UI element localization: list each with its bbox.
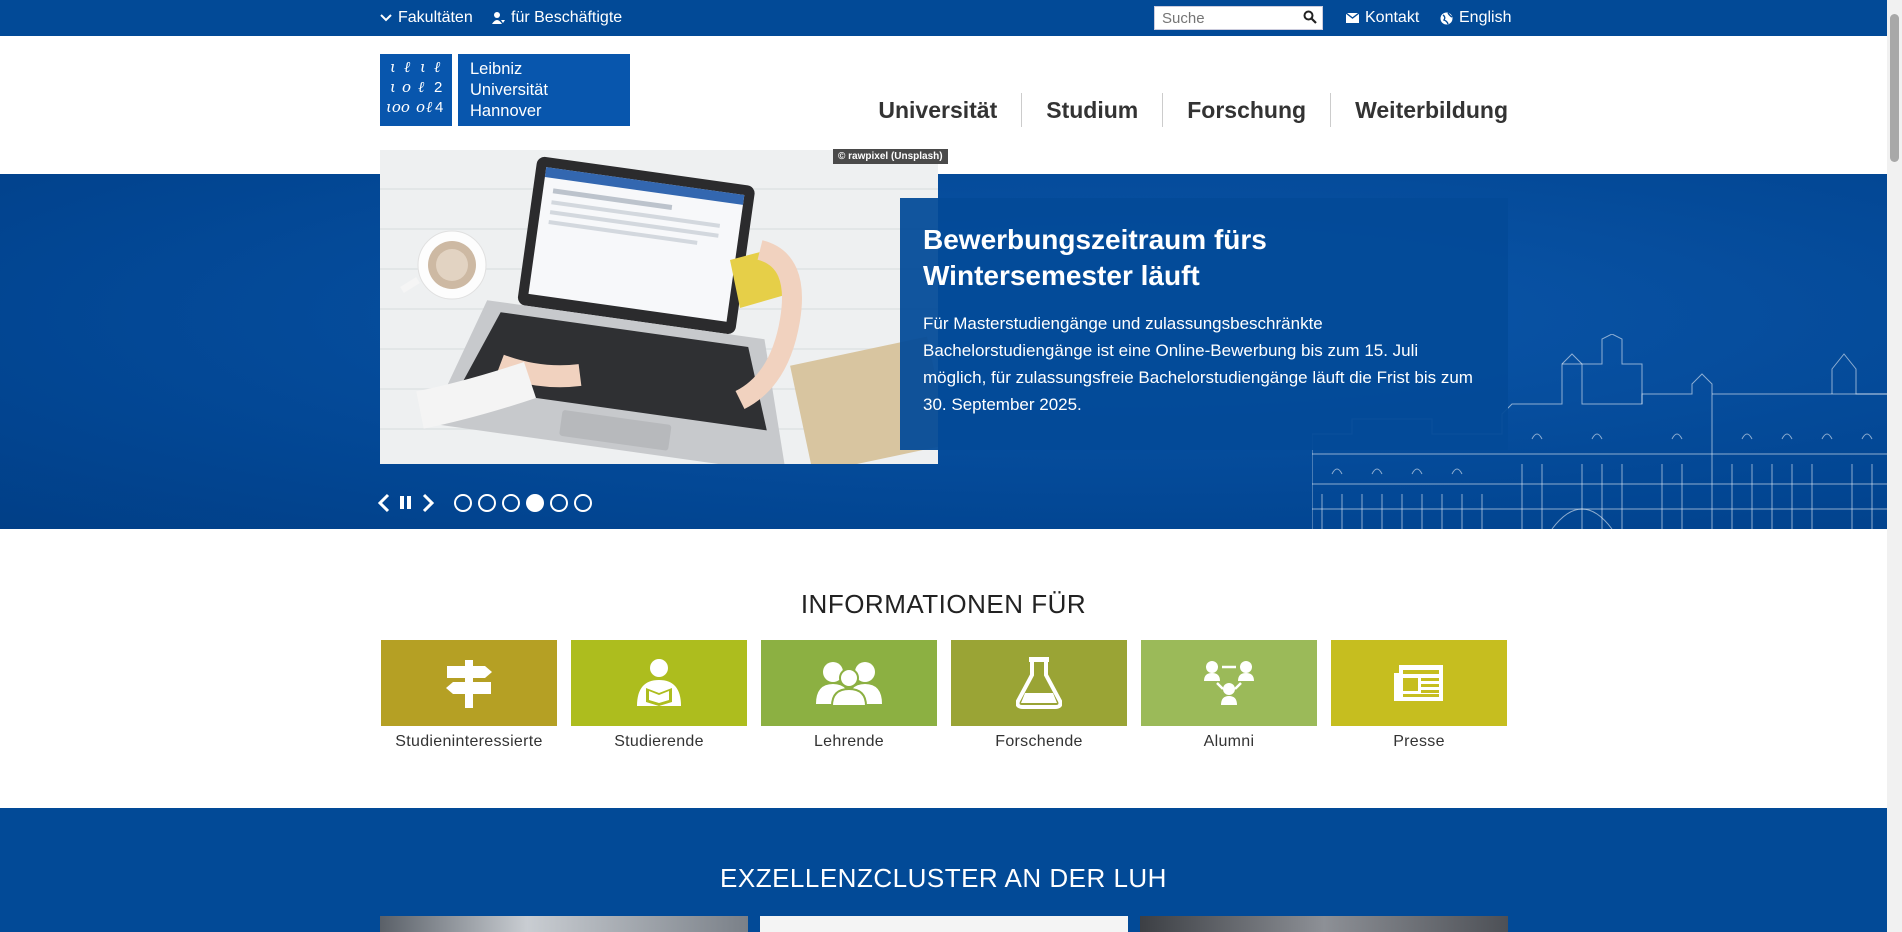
tile-box bbox=[761, 640, 937, 726]
tile-label: Forschende bbox=[995, 733, 1083, 750]
contact-link[interactable]: Kontakt bbox=[1346, 9, 1419, 27]
staff-label: für Beschäftigte bbox=[511, 9, 623, 26]
newspaper-icon bbox=[1394, 665, 1443, 701]
teaser-title: Bewerbungszeitraum fürs Wintersemester l… bbox=[923, 224, 1267, 291]
laptop-photo-illustration bbox=[380, 150, 938, 464]
group-icon bbox=[816, 662, 882, 706]
tile-label: Studierende bbox=[614, 733, 704, 750]
logo-line-1: Leibniz bbox=[470, 60, 523, 78]
tile-box bbox=[1141, 640, 1317, 726]
page-scrollbar[interactable] bbox=[1887, 0, 1902, 932]
logo-line-2: Universität bbox=[470, 81, 548, 99]
search-icon[interactable] bbox=[1303, 10, 1317, 24]
hero-teaser[interactable]: Bewerbungszeitraum fürs Wintersemester l… bbox=[900, 198, 1508, 450]
tile-label: Studieninteressierte bbox=[395, 733, 543, 750]
language-label: English bbox=[1459, 9, 1512, 26]
tile-label: Lehrende bbox=[813, 733, 885, 750]
section-title-info: INFORMATIONEN FÜR bbox=[800, 589, 1087, 619]
language-switch[interactable]: English bbox=[1440, 9, 1511, 27]
person-icon bbox=[492, 12, 505, 24]
audience-tiles: Studieninteressierte Studierende Lehrend… bbox=[381, 640, 1507, 751]
nav-weiterbildung[interactable]: Weiterbildung bbox=[1330, 93, 1508, 127]
section-title-cluster: EXZELLENZCLUSTER AN DER LUH bbox=[720, 863, 1167, 893]
tile-press[interactable]: Presse bbox=[1331, 640, 1507, 751]
nav-universitaet[interactable]: Universität bbox=[854, 93, 1021, 127]
teaser-text: Für Masterstudiengänge und zulassungsbes… bbox=[923, 314, 1473, 414]
tile-label: Presse bbox=[1393, 733, 1445, 750]
student-icon bbox=[637, 659, 681, 706]
nav-studium[interactable]: Studium bbox=[1021, 93, 1162, 127]
tile-researchers[interactable]: Forschende bbox=[951, 640, 1127, 751]
slide-dot-2[interactable] bbox=[478, 494, 496, 512]
flask-icon bbox=[1016, 657, 1062, 709]
search-input[interactable] bbox=[1155, 7, 1295, 29]
pause-icon[interactable] bbox=[398, 494, 414, 512]
tile-students[interactable]: Studierende bbox=[571, 640, 747, 751]
chevron-down-icon bbox=[380, 14, 392, 22]
image-credit: © rawpixel (Unsplash) bbox=[833, 149, 948, 164]
tile-box bbox=[951, 640, 1127, 726]
chevron-right-icon[interactable] bbox=[420, 493, 436, 513]
chevron-left-icon[interactable] bbox=[376, 493, 392, 513]
university-logo[interactable]: ιℓιℓ ιοℓ2 ιοο ο ℓ 4 Leibniz Universität Han… bbox=[380, 54, 630, 126]
cluster-card-1[interactable] bbox=[380, 916, 748, 932]
search-box bbox=[1154, 6, 1323, 30]
logo-line-3: Hannover bbox=[470, 102, 542, 120]
faculties-menu[interactable]: Fakultäten bbox=[380, 9, 473, 27]
logo-wordmark: Leibniz Universität Hannover bbox=[458, 54, 630, 126]
faculties-label: Fakultäten bbox=[398, 9, 473, 26]
network-icon bbox=[1204, 661, 1254, 705]
nav-forschung[interactable]: Forschung bbox=[1162, 93, 1330, 127]
contact-label: Kontakt bbox=[1365, 9, 1420, 26]
tile-box bbox=[381, 640, 557, 726]
utility-bar: Fakultäten für Beschäftigte Kontakt Engl… bbox=[0, 0, 1887, 36]
cluster-card-3[interactable] bbox=[1140, 916, 1508, 932]
slide-dot-3[interactable] bbox=[502, 494, 520, 512]
tile-box bbox=[1331, 640, 1507, 726]
hero-image bbox=[380, 150, 938, 464]
staff-link[interactable]: für Beschäftigte bbox=[492, 9, 622, 27]
scrollbar-thumb[interactable] bbox=[1890, 14, 1899, 162]
cluster-cards bbox=[380, 916, 1508, 932]
cluster-card-2[interactable] bbox=[760, 916, 1128, 932]
main-navigation: Universität Studium Forschung Weiterbild… bbox=[854, 93, 1508, 127]
mail-icon bbox=[1346, 13, 1359, 23]
slide-dot-4[interactable] bbox=[526, 494, 544, 512]
tile-prospective-students[interactable]: Studieninteressierte bbox=[381, 640, 557, 751]
signpost-icon bbox=[446, 660, 492, 708]
slide-dot-5[interactable] bbox=[550, 494, 568, 512]
logo-mark: ιℓιℓ ιοℓ2 ιοο ο ℓ 4 bbox=[380, 54, 452, 126]
cluster-section: EXZELLENZCLUSTER AN DER LUH bbox=[0, 808, 1887, 932]
globe-icon bbox=[1440, 12, 1453, 24]
tile-alumni[interactable]: Alumni bbox=[1141, 640, 1317, 751]
slider-controls bbox=[376, 493, 598, 513]
tile-label: Alumni bbox=[1203, 733, 1255, 750]
tile-box bbox=[571, 640, 747, 726]
tile-lecturers[interactable]: Lehrende bbox=[761, 640, 937, 751]
slide-dot-6[interactable] bbox=[574, 494, 592, 512]
slide-dot-1[interactable] bbox=[454, 494, 472, 512]
